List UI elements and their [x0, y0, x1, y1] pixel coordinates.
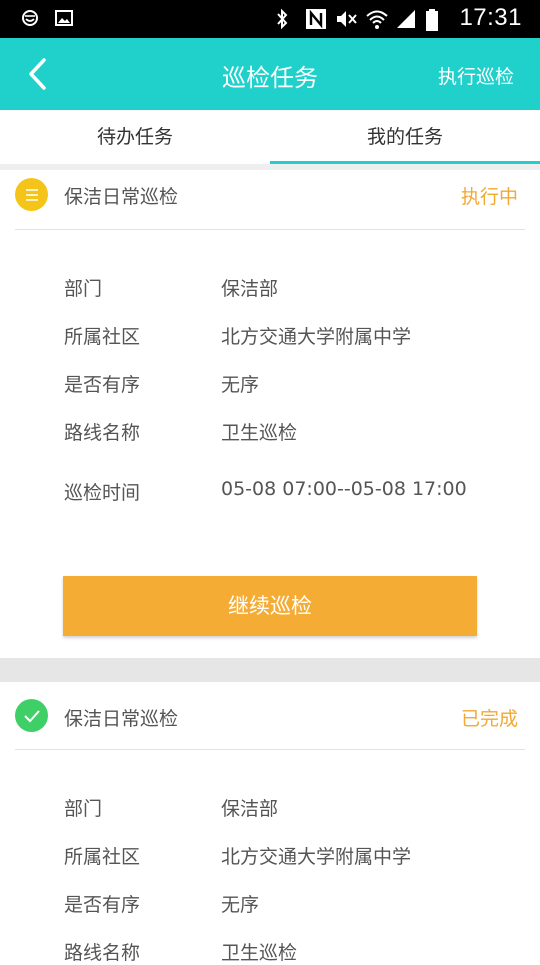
route-name-value: 卫生巡检 [221, 422, 298, 444]
community-value: 北方交通大学附属中学 [221, 846, 412, 868]
check-icon [15, 699, 48, 732]
task-card-header: 保洁日常巡检 执行中 [0, 170, 540, 230]
task-status: 已完成 [460, 708, 518, 730]
route-name-label: 路线名称 [64, 942, 141, 964]
department-value: 保洁部 [221, 278, 279, 300]
ordered-value: 无序 [221, 374, 260, 396]
tab-bar: 待办任务 我的任务 [0, 110, 540, 164]
list-icon [15, 178, 48, 211]
continue-inspection-button[interactable]: 继续巡检 [63, 576, 477, 636]
department-label: 部门 [64, 278, 103, 300]
department-label: 部门 [64, 798, 103, 820]
task-card[interactable]: 保洁日常巡检 已完成 部门 保洁部 所属社区 北方交通大学附属中学 是否有序 无… [0, 682, 540, 964]
inspection-time-label: 巡检时间 [64, 482, 141, 504]
task-title: 保洁日常巡检 [64, 186, 179, 208]
route-name-value: 卫生巡检 [221, 942, 298, 964]
app-header: 巡检任务 执行巡检 [0, 38, 540, 110]
task-title: 保洁日常巡检 [64, 708, 179, 730]
signal-icon [395, 8, 416, 28]
task-card[interactable]: 保洁日常巡检 执行中 部门 保洁部 所属社区 北方交通大学附属中学 是否有序 无… [0, 170, 540, 658]
bluetooth-icon [275, 8, 295, 30]
wifi-icon [365, 8, 389, 29]
image-notification-icon [54, 8, 74, 28]
task-card-header: 保洁日常巡检 已完成 [0, 682, 540, 742]
route-name-label: 路线名称 [64, 422, 141, 444]
smiley-notification-icon [20, 8, 40, 28]
status-bar: 17:31 [0, 0, 540, 38]
battery-icon [425, 8, 445, 31]
community-value: 北方交通大学附属中学 [221, 326, 412, 348]
ordered-label: 是否有序 [64, 894, 141, 916]
divider [15, 229, 525, 230]
tab-pending-tasks[interactable]: 待办任务 [0, 110, 270, 164]
ordered-label: 是否有序 [64, 374, 141, 396]
tab-my-tasks[interactable]: 我的任务 [270, 110, 540, 164]
mute-icon [335, 8, 358, 28]
community-label: 所属社区 [64, 326, 141, 348]
divider [15, 749, 525, 750]
nfc-icon [305, 8, 327, 29]
execute-inspection-button[interactable]: 执行巡检 [438, 62, 514, 89]
ordered-value: 无序 [221, 894, 260, 916]
inspection-time-value: 05-08 07:00--05-08 17:00 [221, 478, 467, 500]
card-separator [0, 658, 540, 682]
clock: 17:31 [459, 4, 522, 31]
department-value: 保洁部 [221, 798, 279, 820]
task-status: 执行中 [460, 186, 518, 208]
community-label: 所属社区 [64, 846, 141, 868]
